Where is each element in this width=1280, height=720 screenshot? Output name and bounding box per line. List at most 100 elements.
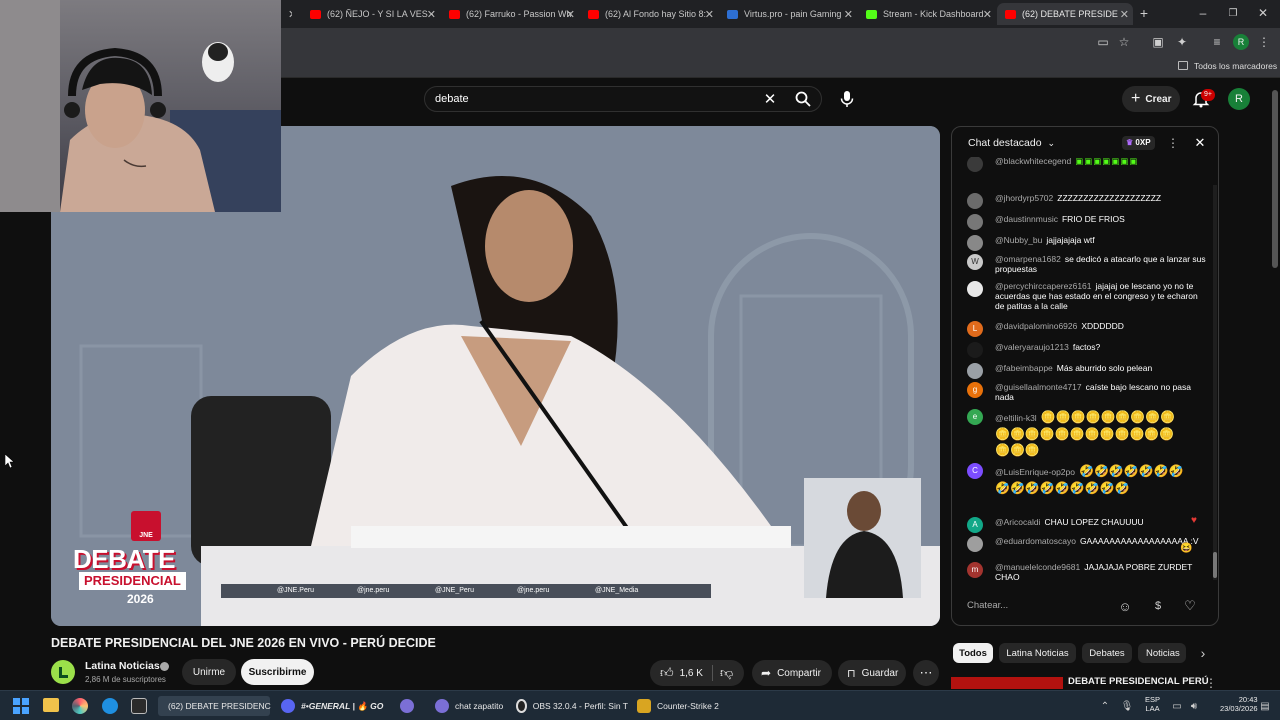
message-author[interactable]: @eduardomatoscayo [995,536,1076,546]
user-avatar [967,214,983,230]
browser-tab[interactable]: Stream - Kick Dashboard ✕ [858,3,996,25]
message-author[interactable]: @omarpena1682 [995,254,1061,264]
copilot-icon[interactable] [72,698,88,714]
cast-icon[interactable]: ▭ [1095,34,1111,50]
channel-name[interactable]: Latina Noticias [85,660,160,672]
subscribe-button[interactable]: Suscribirme [241,659,314,685]
close-chat-icon[interactable]: ✕ [1193,135,1207,151]
bookmark-star-icon[interactable]: ☆ [1116,34,1132,50]
chat-scrollbar-thumb[interactable] [1213,552,1217,578]
chip-all[interactable]: Todos [953,643,993,663]
channel-avatar[interactable] [51,660,75,684]
message-author[interactable]: @fabeimbappe [995,363,1053,373]
chip-noticias[interactable]: Noticias [1138,643,1186,663]
message-author[interactable]: @Aricocaldi [995,517,1040,527]
taskbar-item-cs2[interactable]: Counter-Strike 2 [637,696,722,716]
tab-close-icon[interactable]: ✕ [427,8,436,21]
language-indicator[interactable]: ESP LAA [1145,695,1160,713]
chip-latina-noticias[interactable]: Latina Noticias [999,643,1076,663]
sidepanel-icon[interactable]: ▣ [1150,34,1166,50]
chat-mode-selector[interactable]: Chat destacado ⌄ [968,137,1055,149]
tray-chevron-icon[interactable]: ⌃ [1098,698,1112,714]
heart-icon[interactable]: ♡ [1182,598,1198,614]
account-avatar[interactable]: R [1228,88,1250,110]
taskbar-item-chat[interactable]: chat zapatito [435,696,515,716]
related-video-thumbnail[interactable] [951,677,1063,689]
emoji-icon[interactable]: ☺ [1117,598,1133,614]
message-author[interactable]: @valeryaraujo1213 [995,342,1069,352]
network-icon[interactable]: ▭ [1170,698,1184,714]
page-scrollbar-thumb[interactable] [1272,90,1278,268]
browser-tab[interactable]: (62) Farruko - Passion Wh ✕ [441,3,579,25]
chevron-right-icon[interactable]: › [1195,645,1211,661]
tab-close-icon[interactable]: ✕ [705,8,714,21]
restore-icon[interactable]: ❐ [1226,4,1240,22]
volume-icon[interactable]: 🔊︎ [1187,698,1201,714]
profile-avatar[interactable]: R [1233,34,1249,50]
message-author[interactable]: @eltilin-k3l [995,413,1037,423]
tab-close-icon[interactable]: ✕ [983,8,992,21]
clock[interactable]: 20:43 23/03/2026 [1220,695,1258,713]
tab-close-icon[interactable]: ✕ [566,8,575,21]
create-button[interactable]: + Crear [1122,86,1180,112]
message-author[interactable]: @guisellaalmonte4717 [995,382,1082,392]
related-video-title[interactable]: DEBATE PRESIDENCIAL PERÚ [1068,676,1209,687]
extensions-icon[interactable]: ✦ [1174,34,1190,50]
search-icon[interactable] [794,90,812,108]
chat-menu-icon[interactable]: ⋮ [1167,135,1179,151]
close-window-icon[interactable]: ✕ [1256,4,1270,22]
menu-dots-icon[interactable]: ⋮ [1257,34,1271,50]
tab-close-icon[interactable]: ✕ [1120,8,1129,21]
chip-debates[interactable]: Debates [1082,643,1132,663]
message-text: CHAU LOPEZ CHAUUUU [1044,517,1144,527]
message-author[interactable]: @davidpalomino6926 [995,321,1077,331]
microphone-icon[interactable] [838,89,856,109]
points-badge[interactable]: ♛ 0XP [1122,136,1155,150]
notification-center-icon[interactable]: ▤ [1258,698,1272,714]
virtus-favicon-icon [727,9,738,19]
chat-scrollbar[interactable] [1213,185,1217,580]
windows-start-icon[interactable] [13,698,29,714]
message-author[interactable]: @daustinnmusic [995,214,1058,224]
search-input[interactable]: debate [435,93,469,105]
more-actions-icon[interactable]: ⋯ [913,660,939,686]
super-chat-icon[interactable]: $ [1150,598,1166,614]
browser-tab-active[interactable]: (62) DEBATE PRESIDE ✕ [997,3,1133,25]
message-author[interactable]: @manuelelconde9681 [995,562,1080,572]
message-author[interactable]: @jhordyrp5702 [995,193,1053,203]
share-button[interactable]: ➦ Compartir [752,660,832,686]
taskbar-item-obs[interactable]: OBS 32.0.4 - Perfil: Sin T [516,696,628,716]
user-avatar [967,536,983,552]
message-author[interactable]: @LuisEnrique-op2po [995,467,1075,477]
clear-search-icon[interactable]: ✕ [761,90,779,108]
browser-tab[interactable]: (62) ÑEJO - Y SI LA VES - ✕ [302,3,440,25]
thumbs-down-icon[interactable]: 👎︎ [720,665,733,681]
edge-icon[interactable] [102,698,118,714]
like-count[interactable]: 1,6 K [680,668,703,679]
store-icon[interactable] [131,698,147,714]
chat-message: @daustinnmusic FRIO DE FRIOS [967,214,1207,230]
taskbar-item-discord[interactable]: #•GENERAL | 🔥 GO [281,696,391,716]
reading-list-icon[interactable]: ≡ [1209,34,1225,50]
new-tab-icon[interactable]: + [1136,4,1152,22]
join-button[interactable]: Unirme [182,659,236,685]
taskbar-item-chrome[interactable]: (62) DEBATE PRESIDENC [158,696,271,716]
all-bookmarks-link[interactable]: Todos los marcadores [1194,61,1277,71]
save-button[interactable]: ⊓ Guardar [838,660,906,686]
share-label: Compartir [777,667,821,679]
file-explorer-icon[interactable] [43,698,59,712]
message-author[interactable]: @Nubby_bu [995,235,1042,245]
message-author[interactable]: @blackwhitecegend [995,157,1071,166]
browser-tab[interactable]: (62) Al Fondo hay Sitio 8: ✕ [580,3,718,25]
tab-close-prev[interactable]: ✕ [288,3,292,25]
chat-input[interactable]: Chatear... [967,595,1117,617]
browser-tab[interactable]: Virtus.pro - pain Gaming ✕ [719,3,857,25]
related-more-icon[interactable]: ⋮ [1205,676,1217,690]
message-author[interactable]: @percychirccaperez6161 [995,281,1092,291]
minimize-icon[interactable]: – [1196,4,1210,22]
thumbs-up-icon[interactable]: 👍︎ [660,665,674,681]
tab-close-icon[interactable]: ✕ [844,8,853,21]
tray-mic-icon[interactable]: 🎙︎ [1120,698,1134,714]
user-avatar [967,342,983,358]
taskbar-item-app[interactable] [400,696,420,716]
